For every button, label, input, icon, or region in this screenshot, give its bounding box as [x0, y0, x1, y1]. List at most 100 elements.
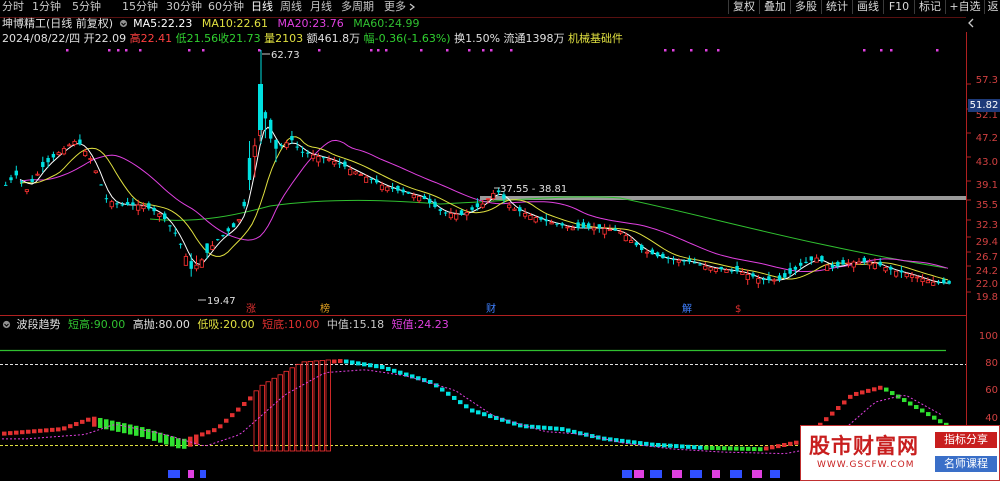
event-marker-jie[interactable]: 解 [682, 302, 692, 315]
price-axis-ticks [967, 83, 971, 293]
indicator-bar [236, 407, 241, 412]
candle-body [772, 279, 777, 282]
candle-body [136, 204, 141, 211]
indicator-bar [686, 444, 691, 449]
candle-body [448, 212, 454, 219]
candle-body [51, 153, 56, 158]
indicator-bar [860, 390, 865, 395]
candle-body [61, 148, 67, 155]
multi-stock-button[interactable]: 多股 [790, 0, 821, 14]
candle-body [115, 203, 119, 205]
indicator-bottom-block [690, 470, 702, 478]
tab-fenshi[interactable]: 分时 [2, 0, 24, 14]
indicator-bottom-block [730, 470, 742, 478]
indicator-bar [902, 398, 907, 403]
indicator-bar [788, 441, 793, 446]
indicator-bar [674, 444, 679, 449]
candle-body [570, 227, 575, 231]
fuquan-button[interactable]: 复权 [728, 0, 759, 14]
indicator-bar [98, 417, 103, 428]
tab-30min[interactable]: 30分钟 [166, 0, 202, 14]
candle-body [756, 278, 761, 284]
tab-15min[interactable]: 15分钟 [122, 0, 158, 14]
candle-body [512, 208, 517, 211]
indicator-bar [854, 391, 859, 396]
indicator-bar [134, 425, 139, 436]
tab-monthly[interactable]: 月线 [310, 0, 332, 14]
signal-dot [510, 49, 513, 52]
tab-1min[interactable]: 1分钟 [32, 0, 61, 14]
candle-body [809, 256, 813, 261]
event-marker-cai[interactable]: 财 [486, 302, 496, 315]
indicator-settings-icon[interactable] [2, 320, 11, 329]
candle-body [777, 275, 782, 280]
tab-multi-period[interactable]: 多周期 [341, 0, 374, 14]
event-marker-zhang[interactable]: 涨 [246, 303, 256, 315]
indicator-bar [920, 408, 925, 413]
tab-5min[interactable]: 5分钟 [72, 0, 101, 14]
candle-body [793, 266, 798, 270]
candle-body [385, 186, 390, 192]
indicator-bottom-block [770, 470, 780, 478]
candle-body [284, 142, 289, 148]
indicator-bar [44, 428, 49, 433]
draw-line-button[interactable]: 画线 [852, 0, 883, 14]
add-watchlist-button[interactable]: +自选 [945, 0, 984, 14]
candle-body [300, 151, 305, 153]
tab-weekly[interactable]: 周线 [280, 0, 302, 14]
candle-body [623, 235, 628, 242]
indicator-bar [770, 445, 775, 450]
indicator-bar [265, 381, 271, 452]
indicator-bar [446, 391, 451, 396]
mark-button[interactable]: 标记 [914, 0, 945, 14]
candle-body [587, 223, 591, 228]
candle-body [841, 260, 845, 265]
indicator-bar [878, 385, 883, 390]
indicator-bar [32, 429, 37, 434]
indicator-bar [578, 431, 583, 436]
indicator-value: 10.00 [287, 318, 320, 331]
candle-body [454, 213, 459, 220]
signal-dot [117, 49, 120, 52]
indicator-bar [836, 406, 841, 411]
kline-chart[interactable]: 62.73 19.47 37.55 - 38.81 涨 榜 财 解 $ [0, 14, 1000, 481]
indicator-bar [374, 364, 379, 369]
candle-body [931, 281, 936, 286]
indicator-bar [74, 422, 79, 427]
indicator-bar [566, 428, 571, 433]
event-marker-bang[interactable]: 榜 [320, 302, 330, 315]
candle-body [35, 173, 40, 176]
indicator-bar [656, 442, 661, 447]
chevron-right-icon[interactable] [408, 3, 416, 11]
tab-60min[interactable]: 60分钟 [208, 0, 244, 14]
event-marker-dollar[interactable]: $ [735, 304, 741, 315]
price-axis-label: 22.0 [975, 279, 998, 290]
tab-more[interactable]: 更多 [384, 0, 406, 14]
candle-body [804, 261, 808, 263]
indicator-bar [8, 431, 13, 436]
candle-body [650, 249, 654, 255]
candle-body [851, 261, 856, 268]
indicator-bar [890, 391, 895, 396]
candle-body [120, 204, 124, 206]
back-button[interactable]: 返 [984, 0, 1000, 14]
indicator-bar [776, 444, 781, 449]
candle-body [221, 235, 225, 237]
indicator-name[interactable]: 波段趋势 [17, 318, 61, 331]
candle-body [19, 181, 24, 183]
indicator-bar [338, 359, 343, 364]
overlay-button[interactable]: 叠加 [759, 0, 790, 14]
candle-body [761, 279, 766, 281]
f10-button[interactable]: F10 [883, 0, 914, 14]
candle-body [925, 280, 931, 284]
candles-group [4, 50, 951, 289]
stats-button[interactable]: 统计 [821, 0, 852, 14]
indicator-label: 短底: [262, 318, 288, 331]
indicator-bar [704, 445, 709, 450]
candle-body [93, 170, 98, 174]
tab-daily[interactable]: 日线 [251, 0, 273, 14]
candle-body [30, 178, 34, 182]
indicator-bar [188, 436, 193, 447]
indicator-bar [224, 418, 229, 423]
indicator-label: 中值: [326, 318, 353, 331]
